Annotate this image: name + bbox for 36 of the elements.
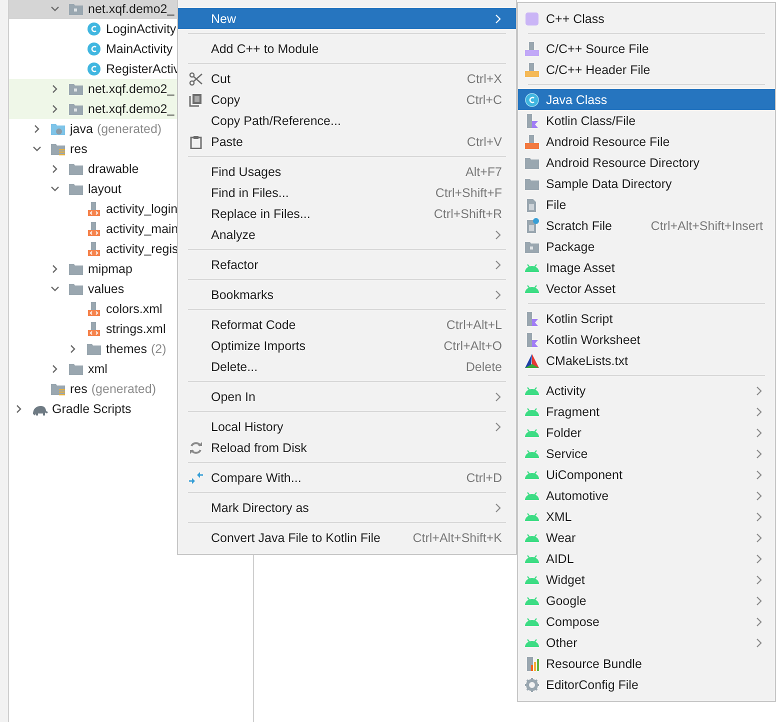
tree-item-label: mipmap (88, 262, 132, 276)
tree-item-label: res (70, 142, 88, 156)
shortcut-label: Ctrl+C (466, 92, 502, 106)
shortcut-label: Alt+F7 (466, 164, 502, 178)
shortcut-label: Ctrl+Alt+Shift+K (412, 530, 502, 544)
tree-item-label: colors.xml (106, 302, 162, 316)
tree-item-label: Gradle Scripts (52, 402, 132, 416)
tree-item-label: themes (106, 342, 147, 356)
tree-item-label: res (70, 382, 88, 396)
tree-item-label: activity_main (106, 222, 178, 236)
shortcut-label: Ctrl+Alt+O (444, 338, 502, 352)
tree-item-label: drawable (88, 162, 139, 176)
tree-item-label: activity_login (106, 202, 178, 216)
tree-item-note: (2) (151, 342, 166, 356)
tree-item-label: net.xqf.demo2_ (88, 82, 174, 96)
tree-item-label: MainActivity (106, 42, 173, 56)
tree-item-label: net.xqf.demo2_ (88, 102, 174, 116)
shortcut-label: Ctrl+Shift+F (435, 186, 502, 200)
tree-item-label: xml (88, 362, 108, 376)
tree-item-label: values (88, 282, 124, 296)
shortcut-label: Delete (466, 360, 502, 374)
tree-item-label: java (70, 122, 93, 136)
shortcut-label: Ctrl+Shift+R (434, 206, 502, 220)
shortcut-label: Ctrl+Alt+Shift+Insert (650, 218, 763, 232)
tree-item-label: net.xqf.demo2_ (88, 2, 174, 16)
shortcut-label: Ctrl+V (466, 134, 502, 148)
tree-item-label: RegisterActiv (106, 62, 180, 76)
tree-item-label: activity_regis (106, 242, 178, 256)
shortcut-label: Ctrl+Alt+L (446, 318, 502, 332)
shortcut-label: Ctrl+X (466, 72, 502, 86)
tree-item-label: layout (88, 182, 122, 196)
tree-item-label: strings.xml (106, 322, 166, 336)
shortcut-label: Ctrl+D (466, 470, 502, 484)
tree-item-note: (generated) (96, 122, 162, 136)
tree-item-note: (generated) (91, 382, 156, 396)
tree-item-label: LoginActivity (106, 22, 176, 36)
